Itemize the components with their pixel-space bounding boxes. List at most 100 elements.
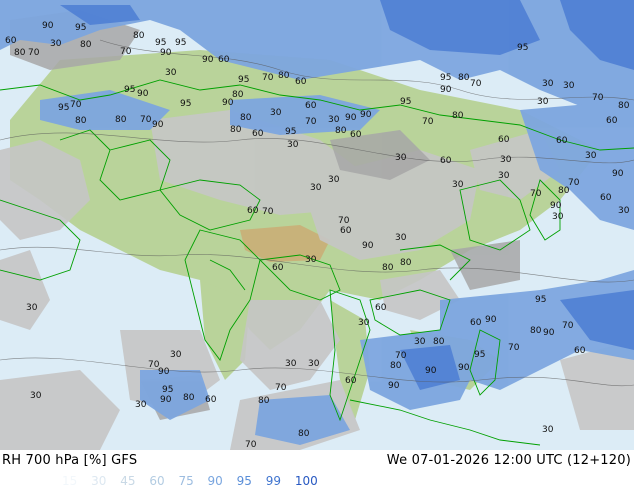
contour-label: 30 xyxy=(270,108,282,118)
contour-label: 70 xyxy=(568,178,580,188)
contour-label: 80 xyxy=(240,113,252,123)
contour-label: 95 xyxy=(400,97,411,107)
contour-label: 60 xyxy=(556,136,568,146)
contour-label: 80 xyxy=(80,40,92,50)
contour-label: 60 xyxy=(252,129,264,139)
contour-label: 30 xyxy=(414,337,426,347)
contour-label: 80 xyxy=(382,263,394,273)
contour-label: 90 xyxy=(152,120,164,130)
contour-label: 30 xyxy=(308,359,320,369)
contour-label: 90 xyxy=(137,89,149,99)
contour-label: 90 xyxy=(550,201,562,211)
color-legend: 15 30 45 60 75 90 95 99 100 xyxy=(62,474,328,488)
contour-label: 90 xyxy=(160,395,172,405)
contour-label: 70 xyxy=(140,115,152,125)
contour-label: 95 xyxy=(517,43,528,53)
contour-label: 30 xyxy=(395,233,407,243)
contour-label: 60 xyxy=(5,36,17,46)
contour-label: 60 xyxy=(205,395,217,405)
contour-label: 30 xyxy=(305,255,317,265)
contour-label: 90 xyxy=(458,363,470,373)
contour-label: 60 xyxy=(470,318,482,328)
contour-label: 30 xyxy=(328,115,340,125)
contour-label: 95 xyxy=(180,99,191,109)
contour-label: 30 xyxy=(285,359,297,369)
contour-label: 90 xyxy=(425,366,437,376)
contour-label: 80 xyxy=(618,101,630,111)
contour-label: 90 xyxy=(440,85,452,95)
contour-label: 80 xyxy=(458,73,470,83)
contour-label: 30 xyxy=(542,425,554,435)
contour-label: 70 xyxy=(28,48,40,58)
legend-value: 60 xyxy=(149,474,165,488)
contour-label: 70 xyxy=(120,47,132,57)
contour-label: 70 xyxy=(508,343,520,353)
contour-label: 30 xyxy=(395,153,407,163)
contour-label: 30 xyxy=(287,140,299,150)
legend-value: 45 xyxy=(120,474,136,488)
contour-label: 80 xyxy=(258,396,270,406)
map-canvas: 90 95 80 95 95 60 80 70 30 80 70 90 90 6… xyxy=(0,0,634,450)
contour-label: 60 xyxy=(498,135,510,145)
contour-label: 90 xyxy=(360,110,372,120)
contour-label: 70 xyxy=(562,321,574,331)
contour-label: 60 xyxy=(340,226,352,236)
legend-value: 30 xyxy=(91,474,107,488)
contour-label: 95 xyxy=(155,38,166,48)
contour-label: 80 xyxy=(278,71,290,81)
contour-label: 90 xyxy=(160,48,172,58)
contour-label: 70 xyxy=(70,100,82,110)
contour-label: 80 xyxy=(400,258,412,268)
contour-label: 30 xyxy=(310,183,322,193)
contour-label: 95 xyxy=(162,385,173,395)
legend-value: 90 xyxy=(207,474,223,488)
contour-label: 30 xyxy=(452,180,464,190)
contour-label: 60 xyxy=(574,346,586,356)
contour-label: 80 xyxy=(183,393,195,403)
contour-label: 30 xyxy=(328,175,340,185)
contour-label: 95 xyxy=(124,85,135,95)
map-title: RH 700 hPa [%] GFS xyxy=(2,453,138,468)
contour-label: 70 xyxy=(338,216,350,226)
contour-label: 80 xyxy=(390,361,402,371)
contour-label: 80 xyxy=(14,48,26,58)
contour-label: 70 xyxy=(530,189,542,199)
contour-label: 95 xyxy=(440,73,451,83)
contour-label: 70 xyxy=(262,207,274,217)
contour-label: 95 xyxy=(58,103,69,113)
contour-label: 30 xyxy=(498,171,510,181)
contour-label: 70 xyxy=(305,117,317,127)
contour-label: 30 xyxy=(30,391,42,401)
contour-label: 70 xyxy=(395,351,407,361)
contour-label: 90 xyxy=(222,98,234,108)
valid-time: We 07-01-2026 12:00 UTC (12+120) xyxy=(386,453,631,468)
contour-label: 60 xyxy=(600,193,612,203)
contour-label: 80 xyxy=(335,126,347,136)
contour-label: 30 xyxy=(552,212,564,222)
contour-label: 30 xyxy=(500,155,512,165)
contour-label: 90 xyxy=(388,381,400,391)
contour-label: 30 xyxy=(563,81,575,91)
contour-label: 90 xyxy=(362,241,374,251)
rh-map: 90 95 80 95 95 60 80 70 30 80 70 90 90 6… xyxy=(0,0,634,450)
contour-label: 80 xyxy=(298,429,310,439)
contour-label: 95 xyxy=(474,350,485,360)
contour-label: 90 xyxy=(485,315,497,325)
contour-label: 90 xyxy=(612,169,624,179)
contour-label: 60 xyxy=(272,263,284,273)
contour-label: 60 xyxy=(440,156,452,166)
contour-label: 80 xyxy=(530,326,542,336)
contour-label: 60 xyxy=(350,130,362,140)
contour-label: 30 xyxy=(585,151,597,161)
contour-label: 30 xyxy=(50,39,62,49)
contour-label: 60 xyxy=(247,206,259,216)
contour-label: 30 xyxy=(165,68,177,78)
contour-label: 70 xyxy=(262,73,274,83)
contour-label: 60 xyxy=(375,303,387,313)
contour-label: 90 xyxy=(543,328,555,338)
contour-label: 70 xyxy=(422,117,434,127)
legend-value: 75 xyxy=(178,474,194,488)
contour-label: 80 xyxy=(133,31,145,41)
contour-label: 90 xyxy=(345,113,357,123)
contour-label: 30 xyxy=(542,79,554,89)
